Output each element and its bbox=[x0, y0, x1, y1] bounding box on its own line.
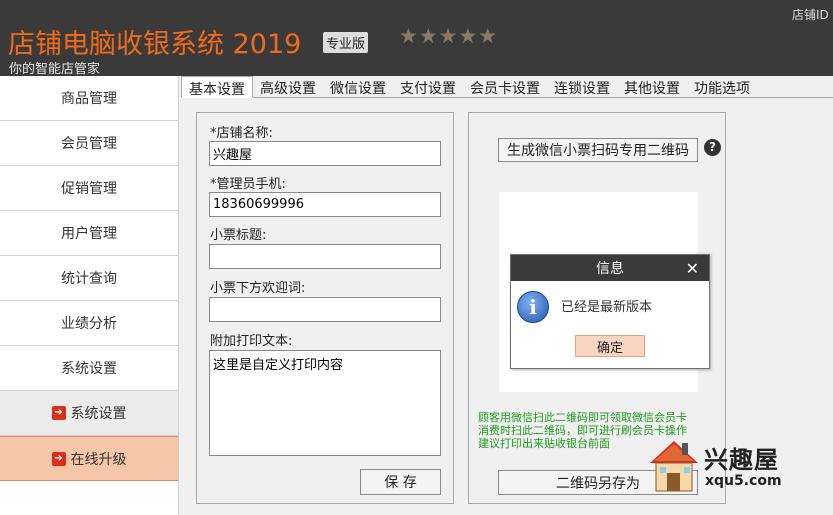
store-id-label: 店铺ID bbox=[792, 8, 829, 22]
extra-print-label: 附加打印文本: bbox=[210, 334, 293, 349]
watermark-brand: 兴趣屋 bbox=[704, 446, 779, 474]
sidebar-subitem-label: 系统设置 bbox=[70, 406, 127, 422]
sidebar-subitem-online-upgrade[interactable]: ➔ 在线升级 bbox=[0, 436, 178, 481]
rating-stars-icon: ★★★★★ bbox=[399, 24, 499, 48]
store-name-label: *店铺名称: bbox=[210, 126, 273, 141]
tab-advanced-settings[interactable]: 高级设置 bbox=[253, 76, 323, 98]
watermark-url: xqu5.com bbox=[705, 473, 782, 489]
save-button[interactable]: 保 存 bbox=[360, 469, 441, 495]
qr-note-line: 顾客用微信扫此二维码即可领取微信会员卡 bbox=[478, 411, 687, 424]
store-name-input[interactable] bbox=[209, 141, 441, 166]
tab-chain-settings[interactable]: 连锁设置 bbox=[547, 76, 617, 98]
app-title: 店铺电脑收银系统 2019 bbox=[8, 29, 302, 60]
edition-badge: 专业版 bbox=[323, 32, 369, 53]
sidebar: 商品管理 会员管理 促销管理 用户管理 统计查询 业绩分析 系统设置 ➔ 系统设… bbox=[0, 76, 179, 515]
tab-other-settings[interactable]: 其他设置 bbox=[617, 76, 687, 98]
dialog-message: 已经是最新版本 bbox=[561, 300, 653, 315]
tab-wechat-settings[interactable]: 微信设置 bbox=[323, 76, 393, 98]
receipt-footer-input[interactable] bbox=[209, 297, 441, 322]
settings-tabs: 基本设置 高级设置 微信设置 支付设置 会员卡设置 连锁设置 其他设置 功能选项 bbox=[181, 76, 833, 98]
receipt-title-input[interactable] bbox=[209, 244, 441, 269]
admin-phone-label: *管理员手机: bbox=[210, 177, 286, 192]
generate-qr-button[interactable]: 生成微信小票扫码专用二维码 bbox=[498, 138, 698, 162]
arrow-right-icon: ➔ bbox=[51, 406, 66, 420]
sidebar-item-products[interactable]: 商品管理 bbox=[0, 76, 178, 121]
receipt-title-label: 小票标题: bbox=[210, 228, 267, 243]
sidebar-item-users[interactable]: 用户管理 bbox=[0, 211, 178, 256]
tab-basic-settings[interactable]: 基本设置 bbox=[181, 76, 253, 98]
sidebar-subitem-label: 在线升级 bbox=[70, 451, 127, 468]
tab-feature-options[interactable]: 功能选项 bbox=[687, 76, 757, 98]
sidebar-item-system-settings[interactable]: 系统设置 bbox=[0, 346, 178, 391]
arrow-right-icon: ➔ bbox=[51, 451, 66, 466]
extra-print-textarea[interactable]: 这里是自定义打印内容 bbox=[209, 350, 441, 456]
admin-phone-input[interactable] bbox=[209, 192, 441, 217]
sidebar-item-members[interactable]: 会员管理 bbox=[0, 121, 178, 166]
receipt-footer-label: 小票下方欢迎词: bbox=[210, 281, 306, 296]
info-icon: i bbox=[517, 291, 549, 323]
dialog-title: 信息 bbox=[596, 261, 624, 277]
tab-payment-settings[interactable]: 支付设置 bbox=[393, 76, 463, 98]
sidebar-item-statistics[interactable]: 统计查询 bbox=[0, 256, 178, 301]
sidebar-item-performance[interactable]: 业绩分析 bbox=[0, 301, 178, 346]
sidebar-item-promotions[interactable]: 促销管理 bbox=[0, 166, 178, 211]
tab-member-card-settings[interactable]: 会员卡设置 bbox=[463, 76, 547, 98]
help-icon[interactable]: ? bbox=[704, 139, 721, 156]
app-header: 店铺电脑收银系统 2019 专业版 ★★★★★ 你的智能店管家 店铺ID bbox=[0, 0, 833, 77]
sidebar-subitem-system-settings[interactable]: ➔ 系统设置 bbox=[0, 391, 178, 436]
dialog-titlebar: 信息 ✕ bbox=[511, 255, 709, 281]
ok-button[interactable]: 确定 bbox=[575, 335, 645, 357]
app-subtitle: 你的智能店管家 bbox=[9, 62, 101, 77]
basic-settings-panel: *店铺名称: *管理员手机: 小票标题: 小票下方欢迎词: 附加打印文本: 这里… bbox=[196, 112, 454, 504]
info-dialog: 信息 ✕ i 已经是最新版本 确定 bbox=[510, 254, 710, 369]
close-icon[interactable]: ✕ bbox=[686, 259, 699, 278]
